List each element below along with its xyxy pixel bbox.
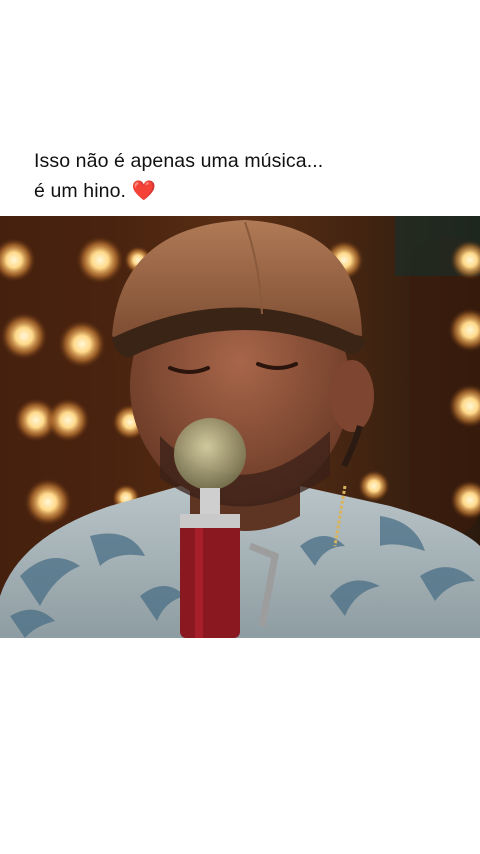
heart-emoji-icon: ❤️ <box>131 180 156 202</box>
post-caption: Isso não é apenas uma música... é um hin… <box>34 146 454 206</box>
video-frame[interactable] <box>0 216 480 638</box>
video-still <box>0 216 480 638</box>
caption-line-2: é um hino. ❤️ <box>34 176 454 206</box>
caption-line-2-text: é um hino. <box>34 180 132 202</box>
caption-line-1: Isso não é apenas uma música... <box>34 150 324 172</box>
